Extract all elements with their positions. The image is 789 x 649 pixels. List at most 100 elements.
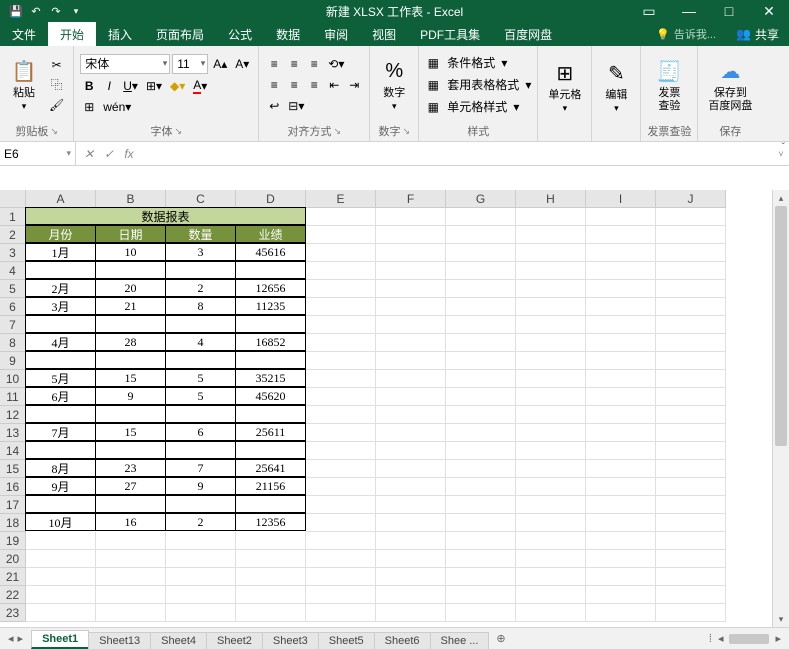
- cell-I17[interactable]: [586, 496, 656, 514]
- cell-J22[interactable]: [656, 586, 726, 604]
- cell-H17[interactable]: [516, 496, 586, 514]
- cell-A20[interactable]: [26, 550, 96, 568]
- cell-B4[interactable]: [95, 261, 166, 279]
- cell-H8[interactable]: [516, 334, 586, 352]
- cell-D19[interactable]: [236, 532, 306, 550]
- cell-F9[interactable]: [376, 352, 446, 370]
- font-size-select[interactable]: 11: [172, 54, 208, 74]
- paste-button[interactable]: 📋 粘贴▾: [6, 55, 42, 113]
- cell-D5[interactable]: 12656: [235, 279, 306, 297]
- fx-icon[interactable]: fx: [120, 147, 138, 161]
- save-baidu-button[interactable]: ☁ 保存到 百度网盘: [704, 55, 756, 113]
- sheet-tab-Sheet5[interactable]: Sheet5: [318, 632, 375, 649]
- cell-F3[interactable]: [376, 244, 446, 262]
- merge-center-icon[interactable]: ⊟▾: [285, 97, 307, 115]
- scroll-up-icon[interactable]: ▴: [773, 190, 789, 206]
- tab-pdf[interactable]: PDF工具集: [408, 22, 492, 46]
- cell-C9[interactable]: [165, 351, 236, 369]
- cell-C14[interactable]: [165, 441, 236, 459]
- cell-B17[interactable]: [95, 495, 166, 513]
- cell-J16[interactable]: [656, 478, 726, 496]
- font-color-button[interactable]: A▾: [190, 77, 210, 95]
- cell-B6[interactable]: 21: [95, 297, 166, 315]
- cell-I5[interactable]: [586, 280, 656, 298]
- cell-F18[interactable]: [376, 514, 446, 532]
- cell-I2[interactable]: [586, 226, 656, 244]
- cell-G20[interactable]: [446, 550, 516, 568]
- borders-icon[interactable]: ⊞: [80, 98, 98, 116]
- row-header-14[interactable]: 14: [0, 442, 26, 460]
- row-header-16[interactable]: 16: [0, 478, 26, 496]
- cell-C19[interactable]: [166, 532, 236, 550]
- cell-A23[interactable]: [26, 604, 96, 622]
- cell-B9[interactable]: [95, 351, 166, 369]
- cell-I6[interactable]: [586, 298, 656, 316]
- cell-H22[interactable]: [516, 586, 586, 604]
- qat-more-icon[interactable]: ▾: [68, 3, 84, 19]
- fill-color-button[interactable]: ◆▾: [167, 77, 188, 95]
- tell-me[interactable]: 💡告诉我...: [646, 22, 726, 46]
- tab-data[interactable]: 数据: [264, 22, 312, 46]
- wrap-text-icon[interactable]: ↩: [265, 97, 283, 115]
- cell-E8[interactable]: [306, 334, 376, 352]
- cell-E19[interactable]: [306, 532, 376, 550]
- cell-G23[interactable]: [446, 604, 516, 622]
- cell-D21[interactable]: [236, 568, 306, 586]
- cell-styles-button[interactable]: ▦单元格样式▾: [425, 97, 531, 117]
- col-header-I[interactable]: I: [586, 190, 656, 208]
- cell-J15[interactable]: [656, 460, 726, 478]
- border-button[interactable]: ⊞▾: [143, 77, 165, 95]
- cell-I3[interactable]: [586, 244, 656, 262]
- cell-I11[interactable]: [586, 388, 656, 406]
- cell-E17[interactable]: [306, 496, 376, 514]
- tab-formula[interactable]: 公式: [216, 22, 264, 46]
- cell-D17[interactable]: [235, 495, 306, 513]
- name-box[interactable]: E6: [0, 142, 76, 165]
- cell-J8[interactable]: [656, 334, 726, 352]
- cell-G5[interactable]: [446, 280, 516, 298]
- cell-E12[interactable]: [306, 406, 376, 424]
- cell-D20[interactable]: [236, 550, 306, 568]
- cell-A5[interactable]: 2月: [25, 279, 96, 297]
- cell-I12[interactable]: [586, 406, 656, 424]
- cell-B2[interactable]: 日期: [95, 225, 166, 243]
- cell-F21[interactable]: [376, 568, 446, 586]
- cell-F7[interactable]: [376, 316, 446, 334]
- decrease-font-icon[interactable]: A▾: [232, 55, 252, 73]
- cell-C11[interactable]: 5: [165, 387, 236, 405]
- cell-E6[interactable]: [306, 298, 376, 316]
- cell-B20[interactable]: [96, 550, 166, 568]
- cell-H1[interactable]: [516, 208, 586, 226]
- horiz-scroll-right-icon[interactable]: ▸: [775, 632, 781, 645]
- cell-E5[interactable]: [306, 280, 376, 298]
- cell-E4[interactable]: [306, 262, 376, 280]
- cell-E20[interactable]: [306, 550, 376, 568]
- cell-C16[interactable]: 9: [165, 477, 236, 495]
- format-as-table-button[interactable]: ▦套用表格格式▾: [425, 75, 531, 95]
- cell-D6[interactable]: 11235: [235, 297, 306, 315]
- cell-G17[interactable]: [446, 496, 516, 514]
- cell-J2[interactable]: [656, 226, 726, 244]
- cell-H5[interactable]: [516, 280, 586, 298]
- cell-B15[interactable]: 23: [95, 459, 166, 477]
- row-header-19[interactable]: 19: [0, 532, 26, 550]
- cell-E15[interactable]: [306, 460, 376, 478]
- tab-view[interactable]: 视图: [360, 22, 408, 46]
- cell-D11[interactable]: 45620: [235, 387, 306, 405]
- cell-H3[interactable]: [516, 244, 586, 262]
- row-header-8[interactable]: 8: [0, 334, 26, 352]
- cell-F17[interactable]: [376, 496, 446, 514]
- cell-A16[interactable]: 9月: [25, 477, 96, 495]
- cell-F16[interactable]: [376, 478, 446, 496]
- sheet-tab-Shee ...[interactable]: Shee ...: [430, 632, 490, 649]
- cell-F13[interactable]: [376, 424, 446, 442]
- cell-C2[interactable]: 数量: [165, 225, 236, 243]
- cell-I15[interactable]: [586, 460, 656, 478]
- cell-A4[interactable]: [25, 261, 96, 279]
- cell-H10[interactable]: [516, 370, 586, 388]
- cell-E14[interactable]: [306, 442, 376, 460]
- cell-J20[interactable]: [656, 550, 726, 568]
- cell-G11[interactable]: [446, 388, 516, 406]
- tab-file[interactable]: 文件: [0, 22, 48, 46]
- cut-icon[interactable]: ✂: [46, 56, 67, 74]
